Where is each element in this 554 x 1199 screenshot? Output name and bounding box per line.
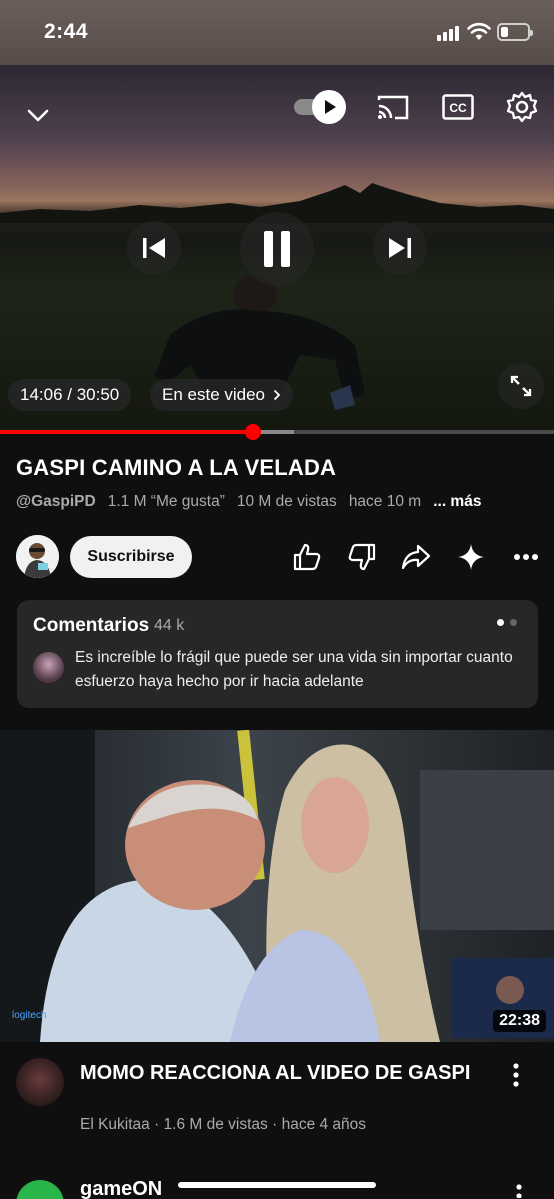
video-player[interactable]: CC 14:06 / 30:50 En este video bbox=[0, 65, 554, 432]
chevron-down-icon bbox=[27, 109, 49, 122]
battery-icon bbox=[497, 23, 533, 41]
vertical-more-icon bbox=[513, 1063, 519, 1087]
status-time: 2:44 bbox=[44, 20, 89, 43]
next-icon bbox=[389, 238, 411, 258]
cast-button[interactable] bbox=[375, 90, 411, 124]
comments-title: Comentarios bbox=[33, 615, 150, 636]
comments-card[interactable]: Comentarios 44 k Es increíble lo frágil … bbox=[17, 600, 538, 708]
cast-icon bbox=[377, 95, 409, 120]
next-video-button[interactable] bbox=[373, 221, 427, 275]
progress-bar[interactable] bbox=[0, 424, 554, 440]
fullscreen-icon bbox=[510, 375, 532, 397]
status-bar: 2:44 bbox=[0, 0, 554, 65]
home-indicator[interactable] bbox=[178, 1182, 376, 1188]
autoplay-toggle-icon bbox=[325, 100, 336, 114]
dislike-button[interactable] bbox=[346, 541, 378, 573]
in-this-video-button[interactable]: En este video bbox=[150, 379, 294, 411]
wifi-icon bbox=[467, 22, 491, 40]
chevron-right-icon bbox=[273, 389, 281, 401]
next-item-title[interactable]: gameON bbox=[80, 1178, 162, 1199]
dislike-icon bbox=[348, 543, 376, 571]
comments-count: 44 k bbox=[154, 617, 185, 634]
commenter-avatar bbox=[33, 652, 64, 683]
settings-icon bbox=[506, 91, 538, 123]
upload-age: hace 10 m bbox=[348, 493, 422, 510]
more-link[interactable]: ... más bbox=[433, 493, 481, 511]
recommended-channel-avatar[interactable] bbox=[16, 1058, 64, 1106]
played-bar bbox=[0, 430, 254, 434]
like-button[interactable] bbox=[291, 541, 323, 573]
time-display[interactable]: 14:06 / 30:50 bbox=[8, 379, 132, 411]
next-channel-avatar[interactable] bbox=[16, 1180, 64, 1199]
scrubber-handle[interactable] bbox=[245, 424, 262, 440]
sparkle-icon bbox=[458, 544, 484, 570]
video-meta[interactable]: @GaspiPD 1.1 M “Me gusta” 10 M de vistas… bbox=[16, 493, 481, 511]
more-icon bbox=[514, 554, 538, 560]
recommended-title[interactable]: MOMO REACCIONA AL VIDEO DE GASPI bbox=[80, 1060, 480, 1086]
svg-text:CC: CC bbox=[449, 101, 467, 115]
vertical-more-icon[interactable] bbox=[516, 1184, 522, 1198]
ask-ai-button[interactable] bbox=[455, 541, 487, 573]
minimize-button[interactable] bbox=[20, 97, 56, 133]
top-comment: Es increíble lo frágil que puede ser una… bbox=[75, 649, 513, 690]
video-title[interactable]: GASPI CAMINO A LA VELADA bbox=[16, 455, 336, 481]
svg-text:logitech: logitech bbox=[12, 1010, 46, 1021]
chapter-label: En este video bbox=[162, 385, 266, 404]
channel-handle[interactable]: @GaspiPD bbox=[16, 493, 96, 511]
subscribe-button[interactable]: Suscribirse bbox=[70, 536, 192, 578]
like-count: 1.1 M “Me gusta” bbox=[107, 493, 225, 510]
video-duration: 22:38 bbox=[493, 1010, 546, 1032]
recommended-menu-button[interactable] bbox=[504, 1060, 528, 1090]
thumbnail-image: logitech bbox=[0, 730, 554, 1042]
cellular-signal-icon bbox=[437, 25, 459, 41]
recommended-meta: El Kukitaa · 1.6 M de vistas · hace 4 añ… bbox=[80, 1116, 367, 1133]
like-icon bbox=[293, 543, 321, 571]
section-separator bbox=[0, 718, 554, 730]
autoplay-toggle[interactable] bbox=[294, 90, 348, 124]
share-button[interactable] bbox=[400, 541, 432, 573]
cc-icon: CC bbox=[442, 94, 474, 120]
pause-icon bbox=[264, 231, 290, 267]
captions-button[interactable]: CC bbox=[441, 90, 475, 124]
share-icon bbox=[401, 544, 431, 570]
channel-row: Suscribirse bbox=[16, 535, 546, 579]
previous-icon bbox=[143, 238, 165, 258]
carousel-dots bbox=[497, 619, 521, 627]
recommended-thumbnail[interactable]: logitech 22:38 bbox=[0, 730, 554, 1042]
fullscreen-button[interactable] bbox=[498, 363, 544, 409]
view-count: 10 M de vistas bbox=[236, 493, 337, 510]
channel-avatar[interactable] bbox=[16, 535, 59, 578]
previous-video-button[interactable] bbox=[127, 221, 181, 275]
settings-button[interactable] bbox=[504, 89, 540, 125]
more-actions-button[interactable] bbox=[510, 541, 542, 573]
pause-button[interactable] bbox=[240, 212, 314, 286]
